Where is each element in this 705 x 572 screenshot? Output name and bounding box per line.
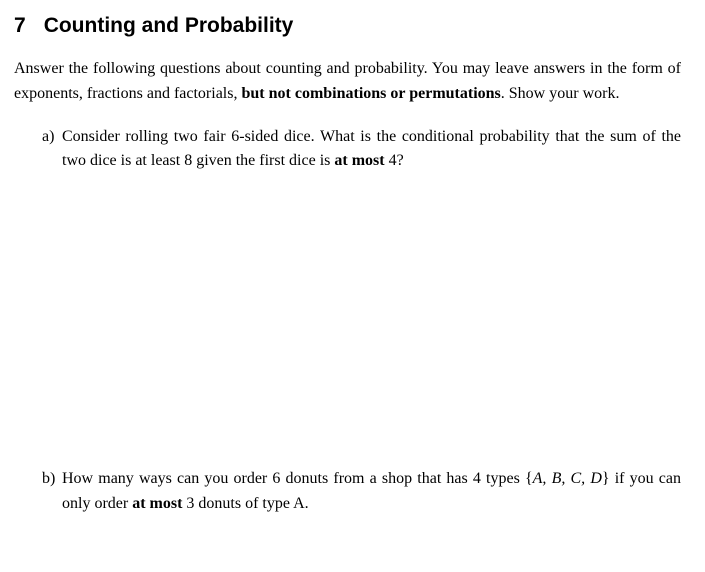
item-a: a) Consider rolling two fair 6-sided dic… — [42, 125, 681, 175]
section-number: 7 — [14, 14, 26, 38]
item-a-marker: a) — [42, 125, 54, 150]
section-heading: 7 Counting and Probability — [14, 14, 681, 38]
item-b-math: A, B, C, D — [533, 470, 602, 487]
item-b-marker: b) — [42, 467, 55, 492]
item-b: b) How many ways can you order 6 donuts … — [42, 467, 681, 517]
item-list: a) Consider rolling two fair 6-sided dic… — [14, 125, 681, 517]
intro-bold: but not combinations or permutations — [241, 85, 500, 102]
item-a-bold-1: at most — [334, 152, 384, 169]
item-a-text-2: 4? — [385, 152, 404, 169]
item-b-bold-1: at most — [132, 495, 182, 512]
item-b-text-1: How many ways can you order 6 donuts fro… — [62, 470, 533, 487]
item-b-text-3: 3 donuts of type A. — [182, 495, 308, 512]
section-title: Counting and Probability — [44, 14, 294, 37]
intro-paragraph: Answer the following questions about cou… — [14, 57, 681, 107]
intro-text-2: . Show your work. — [501, 85, 620, 102]
